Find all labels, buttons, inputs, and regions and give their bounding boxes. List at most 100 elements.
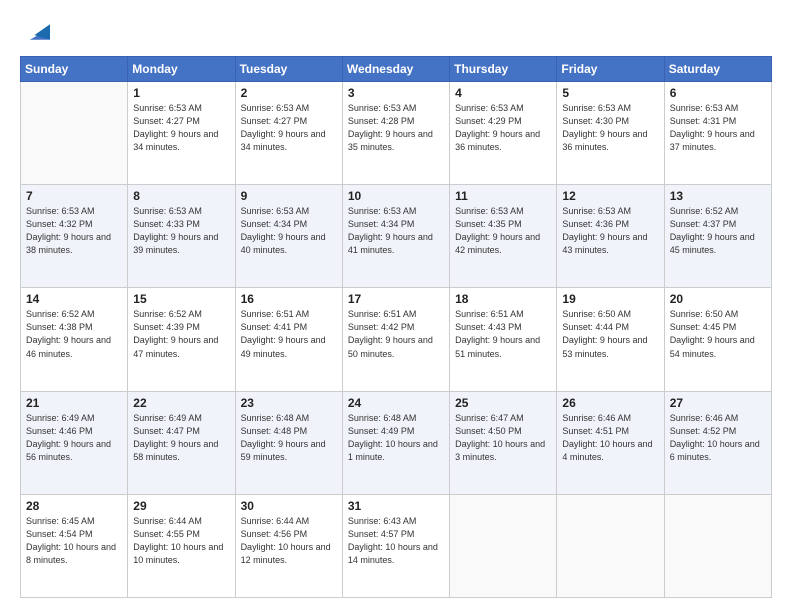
- day-number: 20: [670, 292, 766, 306]
- day-number: 12: [562, 189, 658, 203]
- calendar-cell: 30 Sunrise: 6:44 AMSunset: 4:56 PMDayligh…: [235, 494, 342, 597]
- calendar-cell: 3Sunrise: 6:53 AMSunset: 4:28 PMDaylight…: [342, 82, 449, 185]
- day-header-saturday: Saturday: [664, 57, 771, 82]
- calendar-cell: [450, 494, 557, 597]
- day-number: 7: [26, 189, 122, 203]
- cell-info: Sunrise: 6:48 AMSunset: 4:48 PMDaylight:…: [241, 412, 337, 464]
- cell-info: Sunrise: 6:46 AMSunset: 4:52 PMDaylight:…: [670, 412, 766, 464]
- day-number: 9: [241, 189, 337, 203]
- cell-info: Sunrise: 6:46 AMSunset: 4:51 PMDaylight:…: [562, 412, 658, 464]
- calendar-cell: 9 Sunrise: 6:53 AMSunset: 4:34 PMDaylight…: [235, 185, 342, 288]
- day-header-thursday: Thursday: [450, 57, 557, 82]
- page: SundayMondayTuesdayWednesdayThursdayFrid…: [0, 0, 792, 612]
- cell-info: Sunrise: 6:45 AMSunset: 4:54 PMDaylight:…: [26, 515, 122, 567]
- day-header-sunday: Sunday: [21, 57, 128, 82]
- calendar-cell: 10Sunrise: 6:53 AMSunset: 4:34 PMDayligh…: [342, 185, 449, 288]
- day-number: 26: [562, 396, 658, 410]
- calendar-cell: 25 Sunrise: 6:47 AMSunset: 4:50 PMDayligh…: [450, 391, 557, 494]
- cell-info: Sunrise: 6:53 AMSunset: 4:34 PMDaylight:…: [241, 205, 337, 257]
- cell-info: Sunrise: 6:52 AMSunset: 4:39 PMDaylight:…: [133, 308, 229, 360]
- cell-info: Sunrise: 6:49 AMSunset: 4:46 PMDaylight:…: [26, 412, 122, 464]
- week-row-4: 21 Sunrise: 6:49 AMSunset: 4:46 PMDayligh…: [21, 391, 772, 494]
- calendar-cell: 11 Sunrise: 6:53 AMSunset: 4:35 PMDayligh…: [450, 185, 557, 288]
- cell-info: Sunrise: 6:48 AMSunset: 4:49 PMDaylight:…: [348, 412, 444, 464]
- calendar-cell: 24 Sunrise: 6:48 AMSunset: 4:49 PMDayligh…: [342, 391, 449, 494]
- day-number: 21: [26, 396, 122, 410]
- header: [20, 18, 772, 46]
- calendar-cell: 6Sunrise: 6:53 AMSunset: 4:31 PMDaylight…: [664, 82, 771, 185]
- day-number: 5: [562, 86, 658, 100]
- day-header-tuesday: Tuesday: [235, 57, 342, 82]
- day-number: 8: [133, 189, 229, 203]
- cell-info: Sunrise: 6:53 AMSunset: 4:35 PMDaylight:…: [455, 205, 551, 257]
- day-number: 15: [133, 292, 229, 306]
- calendar-cell: 4 Sunrise: 6:53 AMSunset: 4:29 PMDaylight…: [450, 82, 557, 185]
- calendar-cell: 18Sunrise: 6:51 AMSunset: 4:43 PMDayligh…: [450, 288, 557, 391]
- calendar-cell: [21, 82, 128, 185]
- cell-info: Sunrise: 6:44 AMSunset: 4:56 PMDaylight:…: [241, 515, 337, 567]
- day-number: 22: [133, 396, 229, 410]
- day-number: 4: [455, 86, 551, 100]
- calendar-cell: 2 Sunrise: 6:53 AMSunset: 4:27 PMDaylight…: [235, 82, 342, 185]
- day-number: 1: [133, 86, 229, 100]
- cell-info: Sunrise: 6:53 AMSunset: 4:27 PMDaylight:…: [241, 102, 337, 154]
- cell-info: Sunrise: 6:53 AMSunset: 4:36 PMDaylight:…: [562, 205, 658, 257]
- day-number: 19: [562, 292, 658, 306]
- cell-info: Sunrise: 6:53 AMSunset: 4:29 PMDaylight:…: [455, 102, 551, 154]
- cell-info: Sunrise: 6:53 AMSunset: 4:32 PMDaylight:…: [26, 205, 122, 257]
- cell-info: Sunrise: 6:53 AMSunset: 4:30 PMDaylight:…: [562, 102, 658, 154]
- cell-info: Sunrise: 6:53 AMSunset: 4:28 PMDaylight:…: [348, 102, 444, 154]
- day-number: 10: [348, 189, 444, 203]
- calendar-cell: 15 Sunrise: 6:52 AMSunset: 4:39 PMDayligh…: [128, 288, 235, 391]
- cell-info: Sunrise: 6:47 AMSunset: 4:50 PMDaylight:…: [455, 412, 551, 464]
- cell-info: Sunrise: 6:43 AMSunset: 4:57 PMDaylight:…: [348, 515, 444, 567]
- calendar-cell: 23 Sunrise: 6:48 AMSunset: 4:48 PMDayligh…: [235, 391, 342, 494]
- cell-info: Sunrise: 6:50 AMSunset: 4:44 PMDaylight:…: [562, 308, 658, 360]
- cell-info: Sunrise: 6:52 AMSunset: 4:38 PMDaylight:…: [26, 308, 122, 360]
- day-number: 30: [241, 499, 337, 513]
- week-row-3: 14 Sunrise: 6:52 AMSunset: 4:38 PMDayligh…: [21, 288, 772, 391]
- calendar-cell: 17 Sunrise: 6:51 AMSunset: 4:42 PMDayligh…: [342, 288, 449, 391]
- day-number: 17: [348, 292, 444, 306]
- calendar-cell: 31Sunrise: 6:43 AMSunset: 4:57 PMDayligh…: [342, 494, 449, 597]
- day-number: 16: [241, 292, 337, 306]
- cell-info: Sunrise: 6:53 AMSunset: 4:27 PMDaylight:…: [133, 102, 229, 154]
- day-number: 11: [455, 189, 551, 203]
- calendar-cell: 26 Sunrise: 6:46 AMSunset: 4:51 PMDayligh…: [557, 391, 664, 494]
- week-row-1: 1 Sunrise: 6:53 AMSunset: 4:27 PMDaylight…: [21, 82, 772, 185]
- day-number: 23: [241, 396, 337, 410]
- cell-info: Sunrise: 6:51 AMSunset: 4:42 PMDaylight:…: [348, 308, 444, 360]
- day-number: 24: [348, 396, 444, 410]
- calendar-cell: 7 Sunrise: 6:53 AMSunset: 4:32 PMDaylight…: [21, 185, 128, 288]
- calendar-cell: 13Sunrise: 6:52 AMSunset: 4:37 PMDayligh…: [664, 185, 771, 288]
- day-number: 14: [26, 292, 122, 306]
- calendar-cell: [557, 494, 664, 597]
- day-header-wednesday: Wednesday: [342, 57, 449, 82]
- day-number: 29: [133, 499, 229, 513]
- day-header-friday: Friday: [557, 57, 664, 82]
- day-number: 2: [241, 86, 337, 100]
- calendar-cell: 14 Sunrise: 6:52 AMSunset: 4:38 PMDayligh…: [21, 288, 128, 391]
- week-row-2: 7 Sunrise: 6:53 AMSunset: 4:32 PMDaylight…: [21, 185, 772, 288]
- calendar-header-row: SundayMondayTuesdayWednesdayThursdayFrid…: [21, 57, 772, 82]
- calendar-cell: 22Sunrise: 6:49 AMSunset: 4:47 PMDayligh…: [128, 391, 235, 494]
- calendar-cell: 20 Sunrise: 6:50 AMSunset: 4:45 PMDayligh…: [664, 288, 771, 391]
- day-number: 6: [670, 86, 766, 100]
- calendar-cell: 19 Sunrise: 6:50 AMSunset: 4:44 PMDayligh…: [557, 288, 664, 391]
- logo: [20, 18, 50, 46]
- week-row-5: 28 Sunrise: 6:45 AMSunset: 4:54 PMDayligh…: [21, 494, 772, 597]
- logo-icon: [22, 18, 50, 46]
- calendar-cell: 28 Sunrise: 6:45 AMSunset: 4:54 PMDayligh…: [21, 494, 128, 597]
- cell-info: Sunrise: 6:51 AMSunset: 4:41 PMDaylight:…: [241, 308, 337, 360]
- cell-info: Sunrise: 6:50 AMSunset: 4:45 PMDaylight:…: [670, 308, 766, 360]
- calendar-cell: 21 Sunrise: 6:49 AMSunset: 4:46 PMDayligh…: [21, 391, 128, 494]
- day-number: 27: [670, 396, 766, 410]
- day-number: 28: [26, 499, 122, 513]
- day-number: 18: [455, 292, 551, 306]
- calendar-cell: 12 Sunrise: 6:53 AMSunset: 4:36 PMDayligh…: [557, 185, 664, 288]
- day-number: 25: [455, 396, 551, 410]
- cell-info: Sunrise: 6:52 AMSunset: 4:37 PMDaylight:…: [670, 205, 766, 257]
- calendar-cell: 16 Sunrise: 6:51 AMSunset: 4:41 PMDayligh…: [235, 288, 342, 391]
- day-header-monday: Monday: [128, 57, 235, 82]
- calendar-cell: [664, 494, 771, 597]
